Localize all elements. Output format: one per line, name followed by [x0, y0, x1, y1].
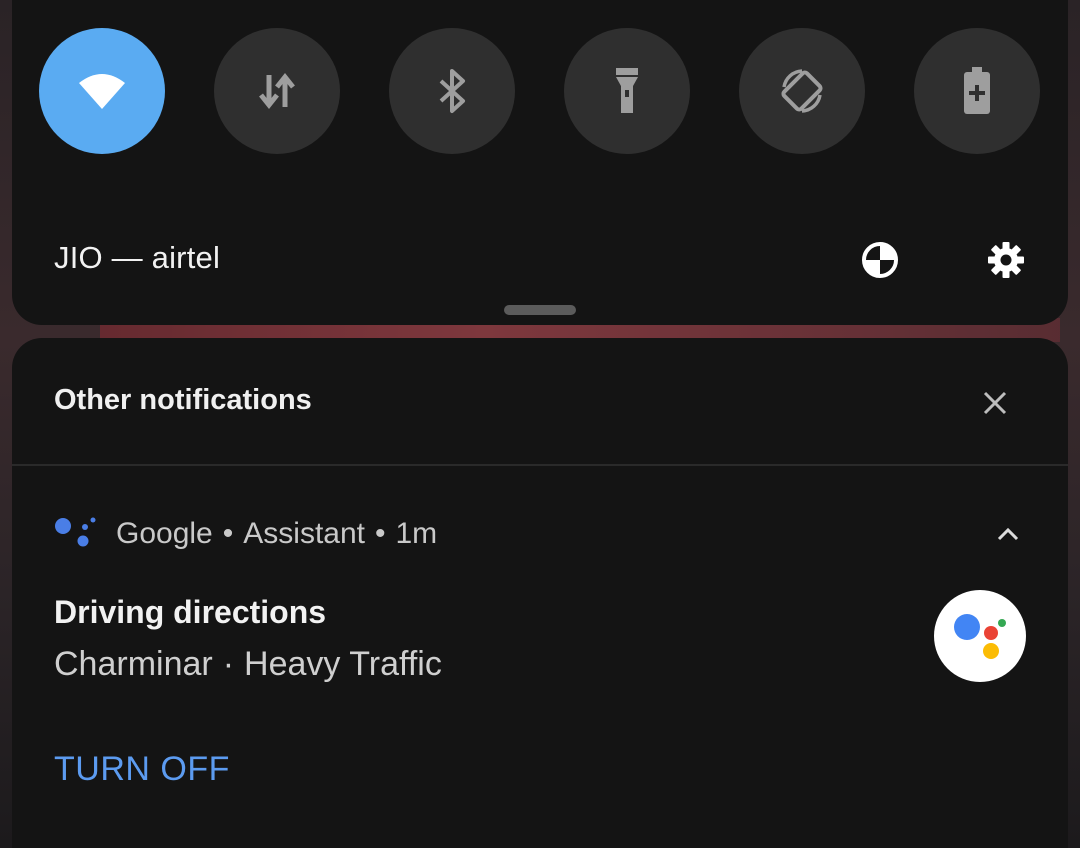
text-separator: ·	[222, 645, 235, 683]
wifi-icon	[79, 74, 125, 109]
channel-name: Assistant	[243, 517, 365, 550]
destination-name: Charminar	[54, 645, 213, 683]
section-divider	[12, 464, 1068, 466]
dismiss-section-button[interactable]	[974, 382, 1016, 424]
settings-button[interactable]	[986, 240, 1026, 280]
battery-plus-icon	[964, 67, 990, 114]
wifi-tile[interactable]	[39, 28, 165, 154]
notification-time: 1m	[395, 517, 438, 550]
google-assistant-logo-icon	[954, 614, 1006, 659]
flashlight-icon	[616, 68, 638, 113]
data-arrows-icon	[259, 72, 295, 110]
mobile-data-tile[interactable]	[214, 28, 340, 154]
google-assistant-icon	[55, 517, 96, 547]
gear-icon	[988, 242, 1024, 278]
meta-separator: •	[222, 517, 234, 550]
traffic-status: Heavy Traffic	[244, 645, 442, 683]
notification-meta: Google • Assistant • 1m	[116, 517, 437, 551]
notification-app-header: Google • Assistant • 1m	[54, 514, 437, 554]
meta-separator: •	[374, 517, 386, 550]
notification-title: Driving directions	[54, 594, 327, 630]
close-icon	[983, 391, 1007, 415]
app-name: Google	[116, 517, 213, 550]
notification-text: Charminar · Heavy Traffic	[54, 645, 442, 684]
chevron-up-icon	[997, 527, 1019, 541]
data-saver-button[interactable]	[860, 240, 900, 280]
auto-rotate-tile[interactable]	[739, 28, 865, 154]
bluetooth-icon	[439, 69, 465, 113]
bluetooth-tile[interactable]	[389, 28, 515, 154]
flashlight-tile[interactable]	[564, 28, 690, 154]
quick-settings-panel	[12, 0, 1068, 325]
collapse-notification-button[interactable]	[990, 516, 1026, 552]
google-assistant-avatar	[934, 590, 1026, 682]
rotate-icon	[781, 69, 823, 113]
panel-drag-handle[interactable]	[504, 305, 576, 315]
data-saver-icon	[862, 242, 898, 278]
network-operator-label: JIO — airtel	[54, 240, 221, 275]
battery-saver-tile[interactable]	[914, 28, 1040, 154]
notification-section-title: Other notifications	[54, 384, 312, 416]
turn-off-button[interactable]: TURN OFF	[54, 750, 230, 789]
